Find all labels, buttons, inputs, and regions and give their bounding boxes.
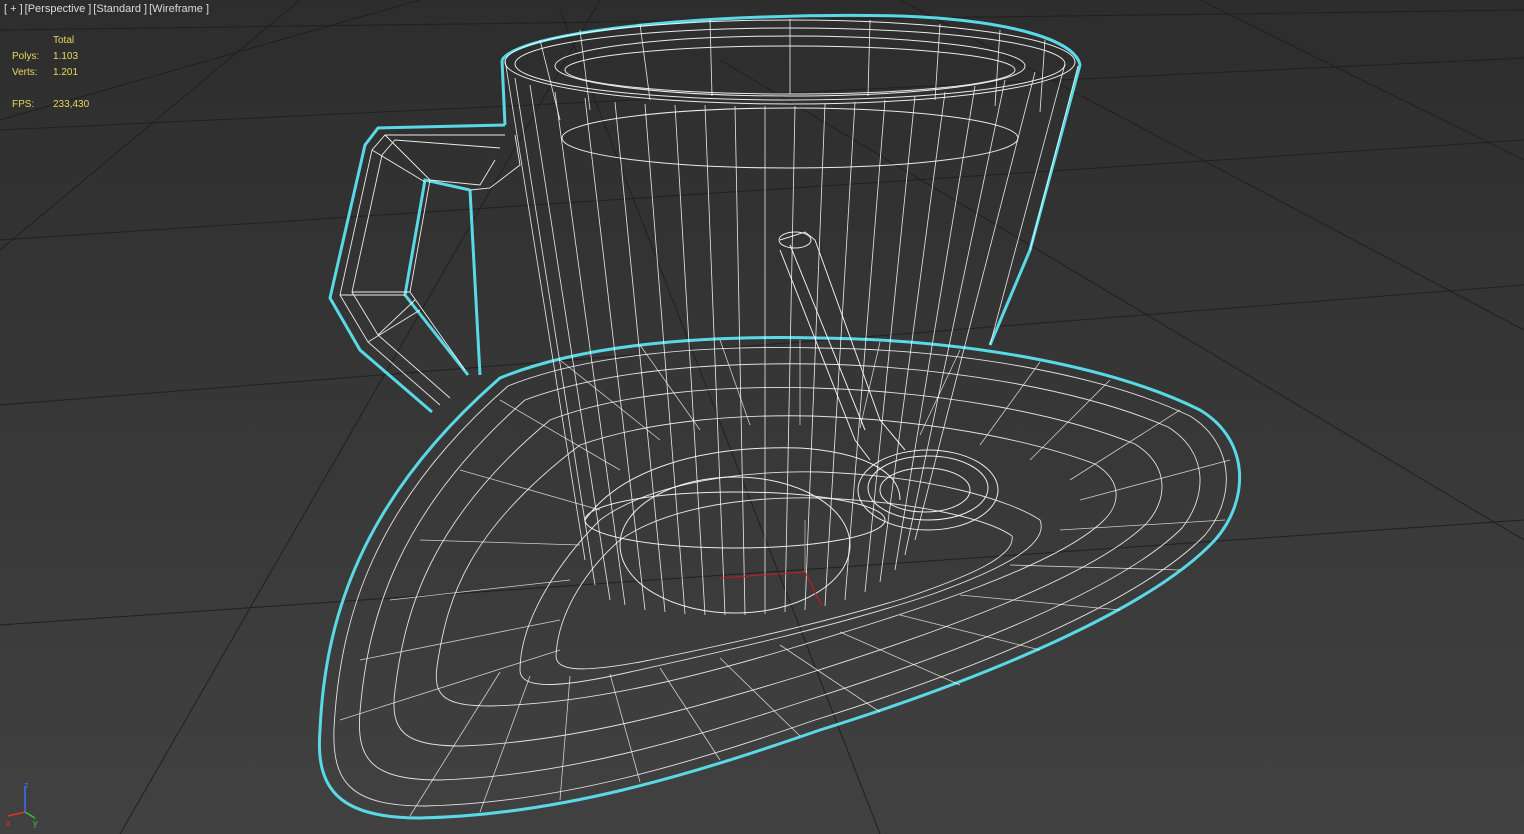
viewport-scene[interactable]: z x y [0,0,1524,834]
svg-text:y: y [33,818,38,828]
polys-value: 1.103 [53,51,79,62]
cup-mesh[interactable] [468,13,1082,616]
stats-header: Total [53,35,75,46]
viewport-point-of-view-menu[interactable]: [Perspective ] [25,2,92,16]
stats-fps-row: FPS: 233,430 [12,97,89,113]
viewport-label-menu[interactable]: [ + ] [Perspective ] [Standard ] [Wirefr… [4,2,209,16]
perspective-viewport[interactable]: z x y [ + ] [Perspective ] [Standard ] [… [0,0,1524,834]
axis-tripod-icon: z x y [6,780,38,828]
viewport-shading-mode-menu[interactable]: [Wireframe ] [149,2,209,16]
svg-text:x: x [6,818,11,828]
cup-handle-mesh[interactable] [328,123,521,414]
saucer-mesh[interactable] [317,335,1242,820]
spoon-mesh[interactable] [778,231,999,531]
viewport-statistics: Total Polys: 1.103 Verts: 1.201 FPS: 233… [12,33,89,113]
fps-value: 233,430 [53,99,90,110]
viewport-general-menu[interactable]: [ + ] [4,2,23,16]
viewport-shading-quality-menu[interactable]: [Standard ] [93,2,147,16]
verts-label: Verts: [12,67,38,78]
stats-verts-row: Verts: 1.201 [12,65,89,81]
home-grid [0,0,1524,834]
polys-label: Polys: [12,51,40,62]
fps-label: FPS: [12,99,35,110]
verts-value: 1.201 [53,67,79,78]
stats-polys-row: Polys: 1.103 [12,49,89,65]
svg-text:z: z [24,780,29,790]
cup-selection-outline [468,13,1082,376]
